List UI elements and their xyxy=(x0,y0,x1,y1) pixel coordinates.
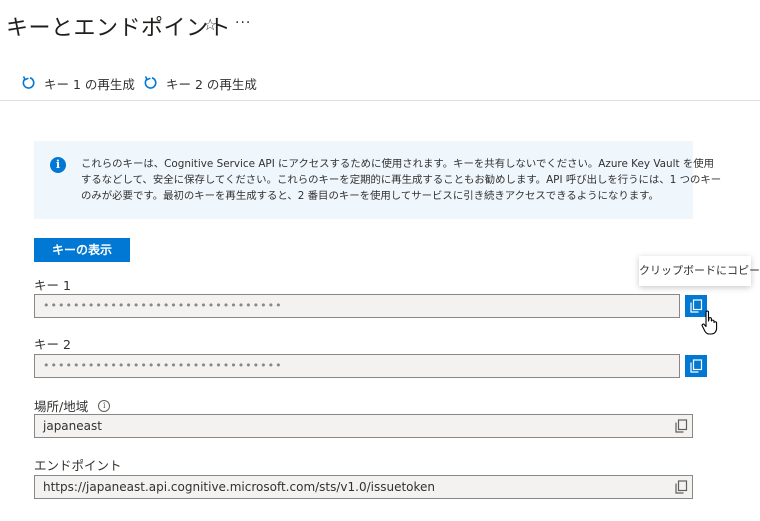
copy-location-icon[interactable] xyxy=(674,419,688,433)
page-title: キーとエンドポイント xyxy=(6,16,232,41)
key2-label: キー 2 xyxy=(34,337,71,352)
info-text-line: のみが必要です。最初のキーを再生成すると、2 番目のキーを使用してサービスに引き… xyxy=(81,190,659,202)
copy-tooltip: クリップボードにコピー xyxy=(639,256,760,286)
copy-key2-button[interactable] xyxy=(685,355,707,377)
info-text-line: これらのキーは、Cognitive Service API にアクセスするために… xyxy=(81,158,715,170)
more-options-icon[interactable]: ··· xyxy=(235,15,251,31)
copy-icon xyxy=(690,359,703,373)
endpoint-label: エンドポイント xyxy=(34,458,122,473)
endpoint-field[interactable]: https://japaneast.api.cognitive.microsof… xyxy=(34,475,693,499)
copy-endpoint-icon[interactable] xyxy=(674,480,688,494)
location-label: 場所/地域 xyxy=(34,399,89,414)
star-icon[interactable]: ☆ xyxy=(203,15,217,34)
regenerate-key1-label: キー 1 の再生成 xyxy=(44,76,135,92)
info-icon: i xyxy=(50,157,66,173)
key1-label: キー 1 xyxy=(34,278,71,293)
refresh-icon xyxy=(22,76,35,89)
location-label-row: 場所/地域 i xyxy=(34,396,111,415)
regenerate-key1-button[interactable]: キー 1 の再生成 xyxy=(22,73,135,93)
info-icon[interactable]: i xyxy=(98,399,111,412)
key2-field[interactable]: •••••••••••••••••••••••••••••••• xyxy=(34,354,680,378)
regenerate-key2-label: キー 2 の再生成 xyxy=(166,76,257,92)
hand-cursor-icon xyxy=(701,310,718,335)
info-text-line: するなどして、安全に保存してください。これらのキーを定期的に再生成することもお勧… xyxy=(81,174,722,186)
regenerate-key2-button[interactable]: キー 2 の再生成 xyxy=(144,73,257,93)
info-banner: i これらのキーは、Cognitive Service API にアクセスするた… xyxy=(34,141,722,219)
refresh-icon xyxy=(144,76,157,89)
location-field[interactable]: japaneast xyxy=(34,414,693,438)
key1-field[interactable]: •••••••••••••••••••••••••••••••• xyxy=(34,294,680,318)
command-bar-divider xyxy=(0,100,760,101)
show-keys-button[interactable]: キーの表示 xyxy=(34,238,130,262)
